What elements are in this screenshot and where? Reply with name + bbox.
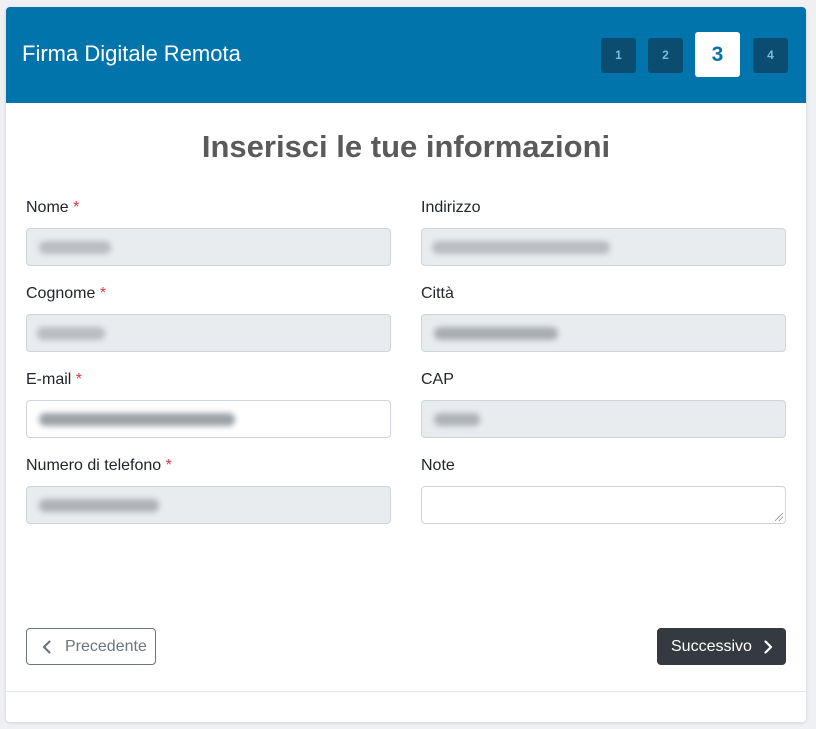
redacted-value <box>39 413 235 426</box>
note-textarea[interactable] <box>421 486 786 524</box>
telefono-input[interactable] <box>26 486 391 524</box>
footer-divider <box>6 691 806 692</box>
required-marker: * <box>73 199 80 216</box>
cognome-label: Cognome * <box>26 284 106 304</box>
step-1-indicator[interactable]: 1 <box>601 38 636 73</box>
chevron-right-icon <box>764 639 773 654</box>
redacted-value <box>432 241 610 254</box>
chevron-left-icon <box>42 639 51 654</box>
step-2-indicator[interactable]: 2 <box>648 38 683 73</box>
email-label: E-mail * <box>26 370 82 390</box>
indirizzo-input[interactable] <box>421 228 786 266</box>
step-3-indicator-active[interactable]: 3 <box>695 32 740 77</box>
nome-input[interactable] <box>26 228 391 266</box>
redacted-value <box>434 413 480 426</box>
email-label-text: E-mail <box>26 371 72 388</box>
cap-label-text: CAP <box>421 371 454 388</box>
email-input[interactable] <box>26 400 391 438</box>
nome-label-text: Nome <box>26 199 69 216</box>
telefono-label-text: Numero di telefono <box>26 457 162 474</box>
redacted-value <box>39 499 159 512</box>
required-marker: * <box>99 285 107 302</box>
citta-label: Città <box>421 284 454 304</box>
signature-wizard-card: Firma Digitale Remota 1 2 3 4 Inserisci … <box>6 7 806 722</box>
required-marker: * <box>165 457 172 474</box>
note-label-text: Note <box>421 457 455 474</box>
wizard-header: Firma Digitale Remota 1 2 3 4 <box>6 7 806 103</box>
citta-label-text: Città <box>421 285 454 302</box>
redacted-value <box>37 327 105 340</box>
cognome-input[interactable] <box>26 314 391 352</box>
redacted-value <box>434 327 558 340</box>
indirizzo-label-text: Indirizzo <box>421 199 481 216</box>
cap-input[interactable] <box>421 400 786 438</box>
form-title: Inserisci le tue informazioni <box>201 129 611 164</box>
redacted-value <box>39 241 111 254</box>
required-marker: * <box>75 371 83 388</box>
resize-grip-icon[interactable] <box>775 513 783 521</box>
citta-input[interactable] <box>421 314 786 352</box>
cognome-label-text: Cognome <box>26 285 96 302</box>
app-title: Firma Digitale Remota <box>22 41 241 66</box>
previous-button[interactable]: Precedente <box>26 628 156 665</box>
note-label: Note <box>421 456 455 476</box>
next-button-label: Successivo <box>671 638 752 655</box>
cap-label: CAP <box>421 370 454 390</box>
step-4-indicator[interactable]: 4 <box>753 38 788 73</box>
indirizzo-label: Indirizzo <box>421 198 481 218</box>
telefono-label: Numero di telefono * <box>26 456 172 476</box>
previous-button-label: Precedente <box>65 638 147 655</box>
nome-label: Nome * <box>26 198 79 218</box>
next-button[interactable]: Successivo <box>657 628 786 665</box>
